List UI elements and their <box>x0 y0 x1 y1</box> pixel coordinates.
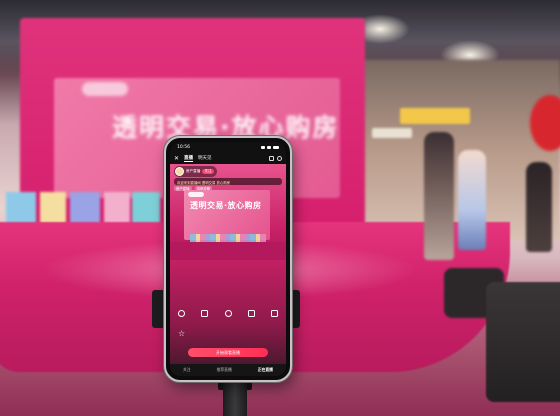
follow-button[interactable]: 关注 <box>202 169 214 174</box>
action-share[interactable] <box>178 310 185 318</box>
search-icon[interactable] <box>269 155 274 161</box>
video-backdrop-title: 透明交易·放心购房 <box>190 201 262 210</box>
action-row <box>178 310 278 318</box>
host-info[interactable]: 房产直播 关注 <box>174 166 217 177</box>
status-bar: 10:56 <box>170 142 286 152</box>
smartphone: 10:56 ✕ 直播 明天见 房产直播 关注 欢迎来到直播间 透明交易 放心购房 <box>164 136 292 382</box>
start-watching-button[interactable]: 开始观看直播 <box>188 348 268 357</box>
store-sign <box>400 108 470 124</box>
backdrop-logo <box>82 82 128 96</box>
clock-icon <box>224 310 232 317</box>
share-icon <box>178 310 185 317</box>
video-stage <box>170 242 286 260</box>
nav-item-recommended[interactable]: 推荐直播 <box>217 367 232 373</box>
tab-live[interactable]: 直播 <box>184 155 194 162</box>
host-name: 房产直播 <box>186 169 201 173</box>
action-cart[interactable] <box>247 310 255 318</box>
live-topbar: ✕ 直播 明天见 <box>170 152 286 164</box>
nav-item-follow[interactable]: 关注 <box>183 367 191 373</box>
phone-screen: 10:56 ✕ 直播 明天见 房产直播 关注 欢迎来到直播间 透明交易 放心购房 <box>170 142 286 376</box>
person-silhouette <box>526 162 552 252</box>
action-more[interactable] <box>271 310 278 318</box>
person-silhouette <box>458 150 486 250</box>
action-gift[interactable] <box>201 310 209 318</box>
live-notice-banner: 欢迎来到直播间 透明交易 放心购房 <box>174 178 282 185</box>
video-backdrop-logo <box>188 192 204 197</box>
wifi-icon <box>267 145 271 149</box>
bottom-nav: 关注 推荐直播 正在直播 <box>170 364 286 376</box>
battery-icon <box>273 145 279 149</box>
nav-item-live-now[interactable]: 正在直播 <box>258 367 273 373</box>
gift-icon <box>201 310 209 317</box>
tab-tomorrow[interactable]: 明天见 <box>198 155 212 161</box>
host-avatar[interactable] <box>175 167 184 176</box>
topbar-tools <box>269 155 282 161</box>
status-icons <box>261 145 279 149</box>
live-video-frame[interactable]: 房产直播 关注 欢迎来到直播间 透明交易 放心购房 房产直播 选房攻略 透明交易… <box>170 164 286 260</box>
close-icon[interactable]: ✕ <box>174 155 179 162</box>
grid-icon <box>271 310 278 317</box>
store-sign <box>372 128 412 138</box>
person-silhouette <box>424 132 454 260</box>
favorite-button[interactable]: ☆ <box>178 330 185 338</box>
signal-icon <box>261 145 265 149</box>
action-schedule[interactable] <box>224 310 232 318</box>
live-controls-area: ☆ 开始观看直播 关注 推荐直播 正在直播 <box>170 260 286 376</box>
stats-row: ☆ <box>178 330 278 338</box>
cart-icon <box>247 310 255 317</box>
star-icon: ☆ <box>178 329 186 338</box>
more-icon[interactable] <box>277 155 282 161</box>
video-backdrop <box>184 190 270 240</box>
status-time: 10:56 <box>177 144 190 150</box>
speaker-cabinet <box>486 282 560 402</box>
